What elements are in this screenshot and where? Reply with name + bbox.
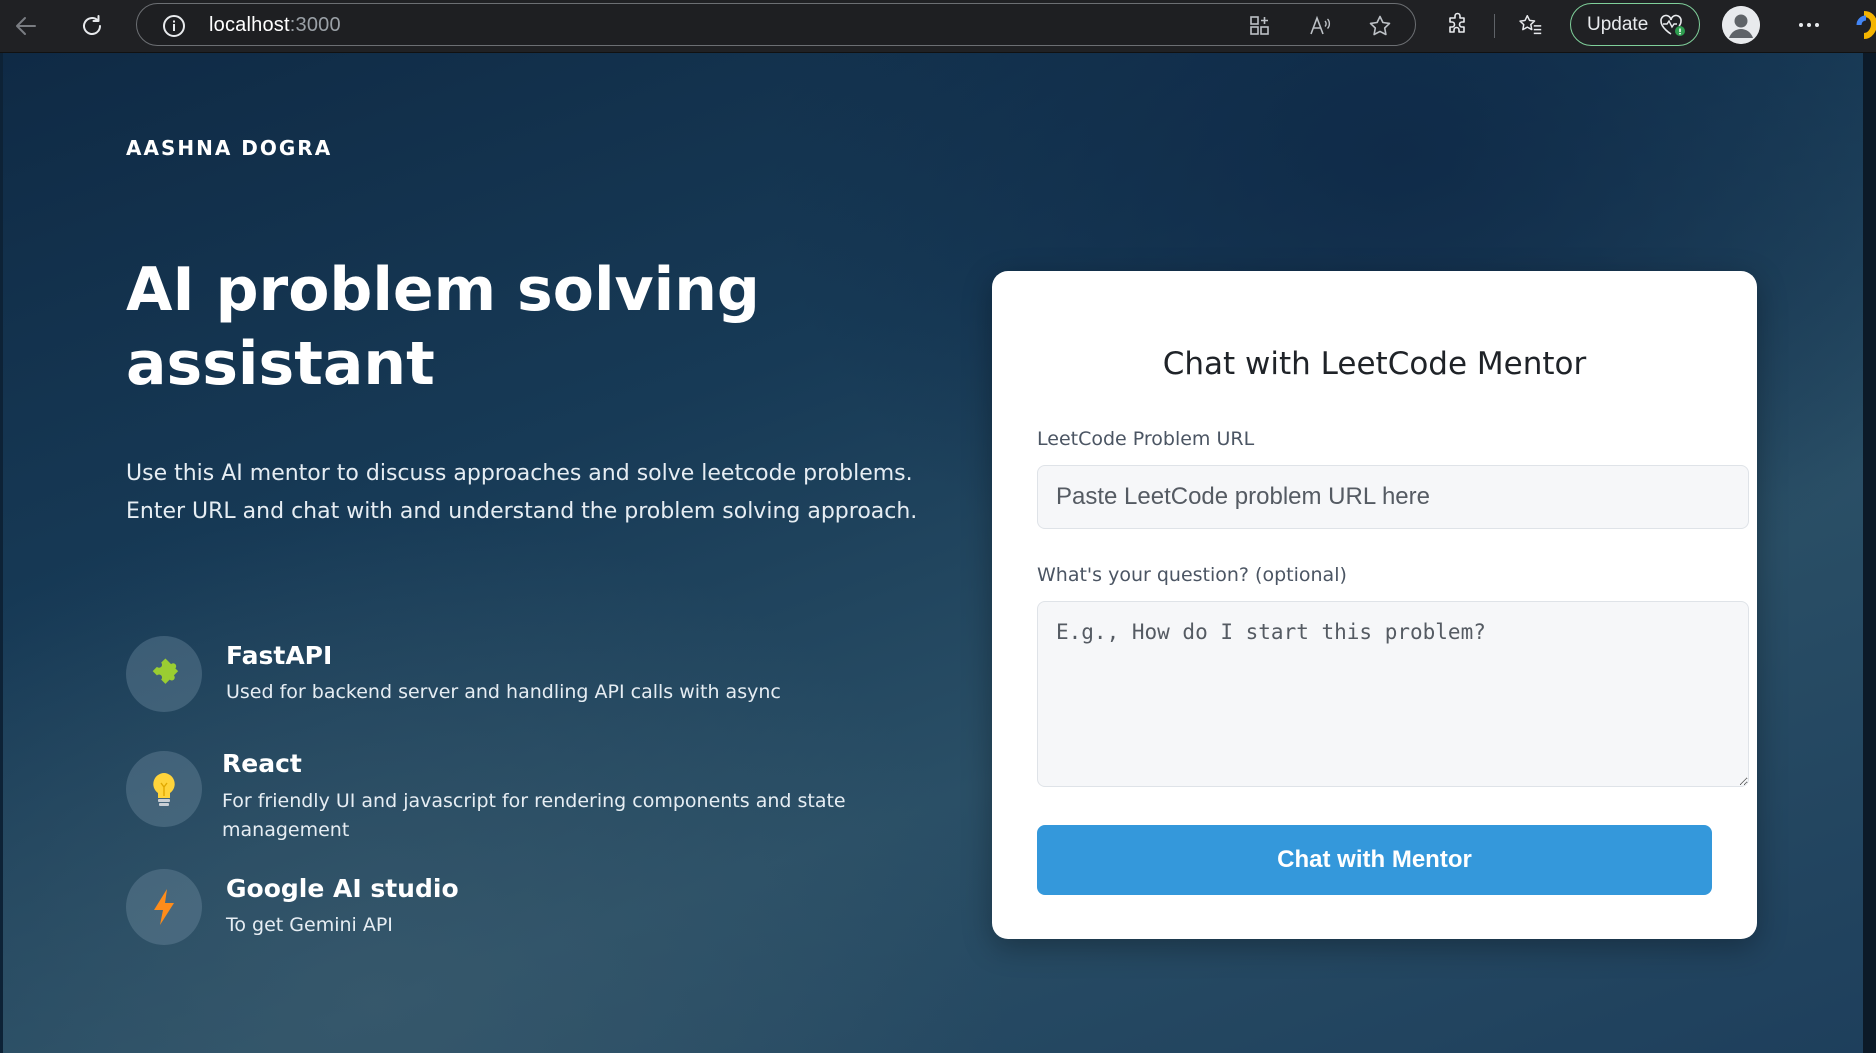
favorites-icon [1519,14,1542,35]
url-port: :3000 [289,14,341,36]
brand-name: AASHNA DOGRA [126,136,333,160]
lightbulb-icon [153,773,175,806]
extensions-icon [1449,12,1465,33]
question-field-label: What's your question? (optional) [1037,564,1347,586]
window-edge [1863,53,1876,1053]
update-button[interactable]: Update [1570,3,1700,46]
app-available-button[interactable] [1247,13,1273,39]
feature-title: React [222,749,302,778]
url-text[interactable]: localhost:3000 [209,14,341,37]
page-background: AASHNA DOGRA AI problem solving assistan… [3,53,1863,1053]
feature-icon-circle [126,751,202,827]
feature-icon-circle [126,869,202,945]
app-grid-icon [1250,16,1269,35]
info-icon [163,15,185,37]
site-info-button[interactable] [161,13,187,39]
chat-with-mentor-button[interactable]: Chat with Mentor [1037,825,1712,895]
card-title: Chat with LeetCode Mentor [1162,346,1587,382]
browser-toolbar: localhost:3000 Update [0,0,1876,53]
back-icon [16,17,36,35]
feature-title: Google AI studio [226,874,459,903]
extensions-button[interactable] [1445,12,1471,38]
copilot-button[interactable] [1856,10,1876,40]
feature-title: FastAPI [226,641,333,670]
add-favorite-button[interactable] [1367,13,1393,39]
copilot-icon [1856,11,1876,39]
hero-title-line1: AI problem solving [126,255,760,325]
reload-icon [83,15,101,35]
read-aloud-button[interactable] [1307,13,1333,39]
more-icon [1799,23,1819,27]
feature-icon-circle [126,636,202,712]
feature-desc: Used for backend server and handling API… [226,681,781,703]
hero-desc-line1: Use this AI mentor to discuss approaches… [126,461,913,486]
lightning-icon [154,889,174,925]
hero-title-line2: assistant [126,329,435,399]
update-label: Update [1587,13,1649,35]
read-aloud-icon [1310,15,1331,35]
favorites-button[interactable] [1518,12,1544,38]
feature-desc: To get Gemini API [226,914,393,936]
url-field-label: LeetCode Problem URL [1037,428,1255,450]
address-bar[interactable]: localhost:3000 [136,3,1416,46]
reload-button[interactable] [74,8,110,44]
hero-title: AI problem solving assistant [126,253,826,401]
heart-pulse-icon [1660,14,1686,36]
problem-url-input[interactable] [1037,465,1749,529]
puzzle-icon [152,658,179,684]
toolbar-divider [1494,14,1495,38]
more-menu-button[interactable] [1796,12,1822,38]
chat-form-card: Chat with LeetCode Mentor LeetCode Probl… [992,271,1757,939]
favorite-star-icon [1369,15,1391,36]
url-host: localhost [209,14,290,36]
feature-desc: For friendly UI and javascript for rende… [222,790,846,841]
back-button[interactable] [8,8,44,44]
profile-button[interactable] [1722,6,1760,44]
question-textarea[interactable] [1037,601,1749,787]
hero-desc-line2: Enter URL and chat with and understand t… [126,499,918,524]
hero-description: Use this AI mentor to discuss approaches… [126,455,918,531]
profile-icon [1722,6,1760,44]
